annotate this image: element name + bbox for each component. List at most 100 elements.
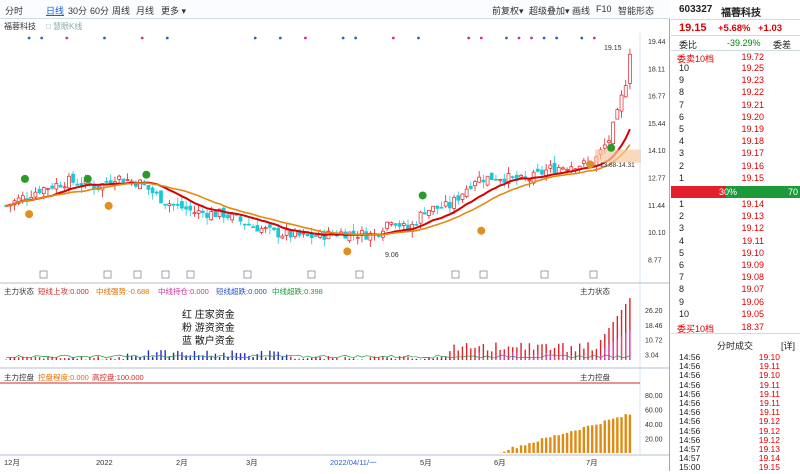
buy-level[interactable]: 319.12 — [671, 223, 800, 234]
buy-level[interactable]: 519.10 — [671, 248, 800, 259]
level-price: 19.25 — [741, 63, 764, 73]
signal-dot — [417, 37, 420, 40]
candle-body — [356, 237, 359, 238]
panel3-axis-tick: 60.00 — [645, 408, 663, 415]
candle-body — [314, 235, 317, 236]
event-marker-icon — [40, 271, 47, 278]
buy-level[interactable]: 1019.05 — [671, 309, 800, 320]
candle-body — [243, 224, 246, 225]
sell-level[interactable]: 219.16 — [671, 161, 800, 172]
sell-level[interactable]: 919.23 — [671, 75, 800, 86]
sell-level[interactable]: 319.17 — [671, 148, 800, 159]
level-price: 19.10 — [741, 248, 764, 258]
price-axis-tick: 19.44 — [648, 39, 666, 46]
trade-row: 15:0019.15 — [671, 462, 800, 474]
candle-body — [486, 176, 489, 185]
buy-sell-ratio-bar: 30% 70 — [671, 186, 800, 198]
legend-annotation: 红 庄家资金 — [182, 308, 235, 321]
candle-body — [528, 180, 531, 181]
candle-body — [465, 189, 468, 196]
signal-dot — [304, 37, 307, 40]
level-num: 3 — [679, 148, 684, 158]
candle-body — [160, 191, 163, 203]
trades-detail-button[interactable]: [详] — [781, 339, 795, 352]
candle-body — [59, 185, 62, 187]
candle-body — [457, 196, 460, 201]
kline-chart-canvas[interactable]: 19.159.0613.68-14.3119.4418.1116.7715.44… — [0, 0, 670, 471]
candle-body — [390, 223, 393, 225]
panel3-axis-tick: 40.00 — [645, 422, 663, 429]
control-bar — [549, 437, 551, 453]
buy-bottom-label: 委买10档 — [677, 322, 714, 335]
candle-body — [247, 224, 250, 225]
range-label: 13.68-14.31 — [600, 162, 635, 169]
candle-body — [549, 165, 552, 168]
candle-body — [628, 54, 631, 83]
event-marker-icon — [356, 271, 363, 278]
sell-level[interactable]: 1019.25 — [671, 63, 800, 74]
level-price: 19.07 — [741, 284, 764, 294]
ratio-value: -39.29% — [727, 38, 761, 48]
level-num: 8 — [679, 284, 684, 294]
sell-level[interactable]: 619.20 — [671, 112, 800, 123]
sell-level[interactable]: 719.21 — [671, 100, 800, 111]
signal-dot — [141, 37, 144, 40]
candle-body — [260, 228, 263, 232]
candle-body — [469, 186, 472, 188]
candle-body — [26, 199, 29, 200]
level-num: 7 — [679, 272, 684, 282]
control-bar — [503, 452, 505, 453]
level-num: 7 — [679, 100, 684, 110]
candle-body — [386, 222, 389, 228]
quote-panel: 603327 福蓉科技 19.15 +5.68% +1.03 委比 -39.29… — [671, 0, 800, 471]
control-bar — [528, 443, 530, 453]
legend-annotation: 粉 游资资金 — [182, 321, 235, 334]
level-price: 19.13 — [741, 211, 764, 221]
event-marker-icon — [244, 271, 251, 278]
candle-body — [193, 213, 196, 214]
candle-body — [21, 196, 24, 200]
level-num: 9 — [679, 297, 684, 307]
control-bar — [583, 427, 585, 453]
control-bar — [520, 445, 522, 453]
sell-level[interactable]: 119.15 — [671, 173, 800, 184]
sell-level[interactable]: 419.18 — [671, 136, 800, 147]
candle-body — [180, 202, 183, 208]
candle-body — [226, 215, 229, 218]
signal-dot — [505, 37, 508, 40]
candle-body — [277, 228, 280, 237]
event-marker-icon — [187, 271, 194, 278]
panel2-line — [6, 355, 630, 358]
sell-level[interactable]: 819.22 — [671, 87, 800, 98]
price-axis-tick: 10.10 — [648, 230, 666, 237]
level-price: 19.05 — [741, 309, 764, 319]
control-bar — [591, 425, 593, 453]
buy-level[interactable]: 919.06 — [671, 297, 800, 308]
candle-body — [503, 179, 506, 182]
candle-body — [607, 141, 610, 143]
candle-body — [189, 206, 192, 210]
price-row: 19.15 +5.68% +1.03 — [671, 20, 800, 36]
control-bar — [620, 417, 622, 453]
level-num: 6 — [679, 112, 684, 122]
candle-body — [126, 180, 129, 181]
control-bar — [625, 414, 627, 453]
high-label: 19.15 — [604, 45, 622, 52]
buy-signal-icon — [477, 227, 485, 235]
sell-level[interactable]: 519.19 — [671, 124, 800, 135]
buy-level[interactable]: 419.11 — [671, 236, 800, 247]
candle-body — [34, 192, 37, 197]
control-bar — [578, 430, 580, 453]
buy-level[interactable]: 119.14 — [671, 199, 800, 210]
buy-level[interactable]: 219.13 — [671, 211, 800, 222]
signal-dot — [254, 37, 257, 40]
panel2-item: 中线超跌:0.398 — [272, 286, 323, 296]
control-bar — [604, 420, 606, 453]
level-price: 19.20 — [741, 112, 764, 122]
level-price: 19.15 — [741, 173, 764, 183]
candle-body — [394, 224, 397, 226]
buy-level[interactable]: 619.09 — [671, 260, 800, 271]
candles — [5, 48, 632, 247]
buy-level[interactable]: 819.07 — [671, 284, 800, 295]
buy-level[interactable]: 719.08 — [671, 272, 800, 283]
